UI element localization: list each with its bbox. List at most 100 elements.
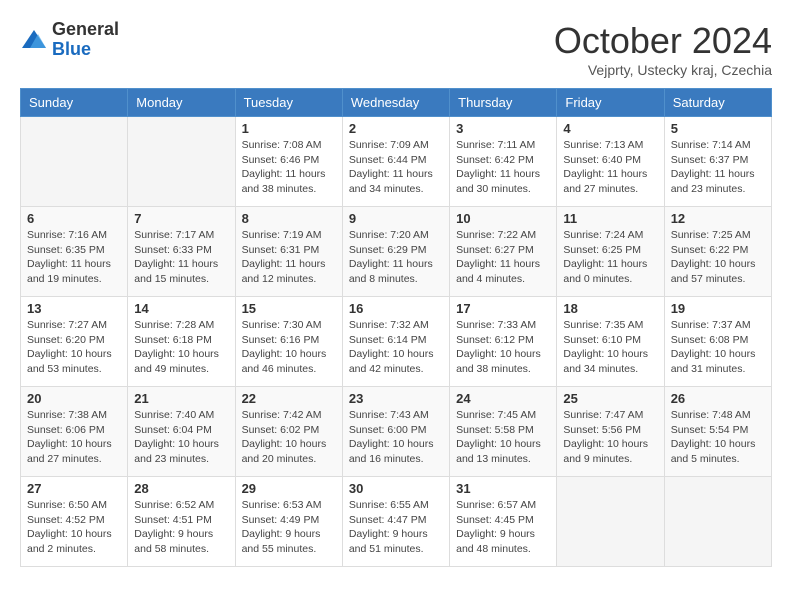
calendar-body: 1 Sunrise: 7:08 AMSunset: 6:46 PMDaylight…: [21, 117, 772, 567]
day-number: 30: [349, 481, 443, 496]
calendar-cell: 4 Sunrise: 7:13 AMSunset: 6:40 PMDaylight…: [557, 117, 664, 207]
calendar-cell: 23 Sunrise: 7:43 AMSunset: 6:00 PMDayligh…: [342, 387, 449, 477]
day-info: Sunrise: 6:57 AMSunset: 4:45 PMDaylight:…: [456, 498, 550, 557]
day-number: 6: [27, 211, 121, 226]
day-number: 29: [242, 481, 336, 496]
day-number: 28: [134, 481, 228, 496]
day-info: Sunrise: 7:16 AMSunset: 6:35 PMDaylight:…: [27, 228, 121, 287]
day-info: Sunrise: 7:37 AMSunset: 6:08 PMDaylight:…: [671, 318, 765, 377]
calendar-cell: 31 Sunrise: 6:57 AMSunset: 4:45 PMDayligh…: [450, 477, 557, 567]
day-number: 25: [563, 391, 657, 406]
logo: General Blue: [20, 20, 119, 60]
day-number: 19: [671, 301, 765, 316]
page: General Blue October 2024 Vejprty, Ustec…: [0, 0, 792, 577]
logo-blue-text: Blue: [52, 40, 119, 60]
day-number: 13: [27, 301, 121, 316]
title-area: October 2024 Vejprty, Ustecky kraj, Czec…: [554, 20, 772, 78]
weekday-header-wednesday: Wednesday: [342, 89, 449, 117]
day-number: 27: [27, 481, 121, 496]
day-info: Sunrise: 7:11 AMSunset: 6:42 PMDaylight:…: [456, 138, 550, 197]
day-info: Sunrise: 7:35 AMSunset: 6:10 PMDaylight:…: [563, 318, 657, 377]
day-number: 22: [242, 391, 336, 406]
calendar-cell: 14 Sunrise: 7:28 AMSunset: 6:18 PMDayligh…: [128, 297, 235, 387]
calendar-cell: 6 Sunrise: 7:16 AMSunset: 6:35 PMDaylight…: [21, 207, 128, 297]
day-info: Sunrise: 7:24 AMSunset: 6:25 PMDaylight:…: [563, 228, 657, 287]
calendar-cell: 8Sunrise: 7:19 AMSunset: 6:31 PMDaylight…: [235, 207, 342, 297]
calendar-cell: 22 Sunrise: 7:42 AMSunset: 6:02 PMDayligh…: [235, 387, 342, 477]
day-number: 14: [134, 301, 228, 316]
day-info: Sunrise: 7:13 AMSunset: 6:40 PMDaylight:…: [563, 138, 657, 197]
day-info: Sunrise: 7:30 AMSunset: 6:16 PMDaylight:…: [242, 318, 336, 377]
day-info: Sunrise: 6:55 AMSunset: 4:47 PMDaylight:…: [349, 498, 443, 557]
calendar-cell: 30 Sunrise: 6:55 AMSunset: 4:47 PMDayligh…: [342, 477, 449, 567]
day-info: Sunrise: 7:25 AMSunset: 6:22 PMDaylight:…: [671, 228, 765, 287]
calendar-week-row: 1 Sunrise: 7:08 AMSunset: 6:46 PMDaylight…: [21, 117, 772, 207]
calendar-cell: 7Sunrise: 7:17 AMSunset: 6:33 PMDaylight…: [128, 207, 235, 297]
day-number: 10: [456, 211, 550, 226]
day-number: 20: [27, 391, 121, 406]
day-number: 15: [242, 301, 336, 316]
day-info: Sunrise: 7:14 AMSunset: 6:37 PMDaylight:…: [671, 138, 765, 197]
day-info: Sunrise: 7:45 AMSunset: 5:58 PMDaylight:…: [456, 408, 550, 467]
day-info: Sunrise: 7:28 AMSunset: 6:18 PMDaylight:…: [134, 318, 228, 377]
calendar-cell: 5 Sunrise: 7:14 AMSunset: 6:37 PMDaylight…: [664, 117, 771, 207]
calendar-cell: 3 Sunrise: 7:11 AMSunset: 6:42 PMDaylight…: [450, 117, 557, 207]
calendar-week-row: 27 Sunrise: 6:50 AMSunset: 4:52 PMDayligh…: [21, 477, 772, 567]
day-info: Sunrise: 7:27 AMSunset: 6:20 PMDaylight:…: [27, 318, 121, 377]
weekday-header-thursday: Thursday: [450, 89, 557, 117]
day-number: 31: [456, 481, 550, 496]
day-number: 3: [456, 121, 550, 136]
day-number: 7: [134, 211, 228, 226]
day-info: Sunrise: 7:09 AMSunset: 6:44 PMDaylight:…: [349, 138, 443, 197]
calendar-week-row: 20 Sunrise: 7:38 AMSunset: 6:06 PMDayligh…: [21, 387, 772, 477]
day-number: 9: [349, 211, 443, 226]
calendar-cell: 15 Sunrise: 7:30 AMSunset: 6:16 PMDayligh…: [235, 297, 342, 387]
day-number: 26: [671, 391, 765, 406]
calendar-week-row: 6 Sunrise: 7:16 AMSunset: 6:35 PMDaylight…: [21, 207, 772, 297]
calendar-cell: 13 Sunrise: 7:27 AMSunset: 6:20 PMDayligh…: [21, 297, 128, 387]
day-number: 4: [563, 121, 657, 136]
weekday-header-tuesday: Tuesday: [235, 89, 342, 117]
calendar-week-row: 13 Sunrise: 7:27 AMSunset: 6:20 PMDayligh…: [21, 297, 772, 387]
logo-general-text: General: [52, 20, 119, 40]
day-info: Sunrise: 7:42 AMSunset: 6:02 PMDaylight:…: [242, 408, 336, 467]
logo-icon: [20, 26, 48, 54]
day-info: Sunrise: 7:19 AMSunset: 6:31 PMDaylight:…: [242, 228, 336, 287]
day-info: Sunrise: 7:08 AMSunset: 6:46 PMDaylight:…: [242, 138, 336, 197]
day-number: 23: [349, 391, 443, 406]
day-number: 1: [242, 121, 336, 136]
calendar-cell: 2Sunrise: 7:09 AMSunset: 6:44 PMDaylight…: [342, 117, 449, 207]
day-number: 12: [671, 211, 765, 226]
day-number: 16: [349, 301, 443, 316]
weekday-header-sunday: Sunday: [21, 89, 128, 117]
day-number: 17: [456, 301, 550, 316]
day-info: Sunrise: 6:52 AMSunset: 4:51 PMDaylight:…: [134, 498, 228, 557]
calendar-cell: 17 Sunrise: 7:33 AMSunset: 6:12 PMDayligh…: [450, 297, 557, 387]
day-number: 18: [563, 301, 657, 316]
day-info: Sunrise: 7:38 AMSunset: 6:06 PMDaylight:…: [27, 408, 121, 467]
day-info: Sunrise: 6:50 AMSunset: 4:52 PMDaylight:…: [27, 498, 121, 557]
calendar-cell: [557, 477, 664, 567]
day-number: 5: [671, 121, 765, 136]
day-info: Sunrise: 7:43 AMSunset: 6:00 PMDaylight:…: [349, 408, 443, 467]
calendar-cell: 19 Sunrise: 7:37 AMSunset: 6:08 PMDayligh…: [664, 297, 771, 387]
calendar-cell: [128, 117, 235, 207]
day-info: Sunrise: 7:48 AMSunset: 5:54 PMDaylight:…: [671, 408, 765, 467]
logo-text: General Blue: [52, 20, 119, 60]
calendar-cell: 9 Sunrise: 7:20 AMSunset: 6:29 PMDaylight…: [342, 207, 449, 297]
calendar-cell: 24Sunrise: 7:45 AMSunset: 5:58 PMDayligh…: [450, 387, 557, 477]
day-info: Sunrise: 7:40 AMSunset: 6:04 PMDaylight:…: [134, 408, 228, 467]
day-info: Sunrise: 7:33 AMSunset: 6:12 PMDaylight:…: [456, 318, 550, 377]
calendar-cell: 16 Sunrise: 7:32 AMSunset: 6:14 PMDayligh…: [342, 297, 449, 387]
day-info: Sunrise: 7:32 AMSunset: 6:14 PMDaylight:…: [349, 318, 443, 377]
day-number: 21: [134, 391, 228, 406]
calendar-table: SundayMondayTuesdayWednesdayThursdayFrid…: [20, 88, 772, 567]
calendar-cell: 29 Sunrise: 6:53 AMSunset: 4:49 PMDayligh…: [235, 477, 342, 567]
calendar-cell: 27 Sunrise: 6:50 AMSunset: 4:52 PMDayligh…: [21, 477, 128, 567]
calendar-cell: 26 Sunrise: 7:48 AMSunset: 5:54 PMDayligh…: [664, 387, 771, 477]
month-title: October 2024: [554, 20, 772, 62]
day-info: Sunrise: 6:53 AMSunset: 4:49 PMDaylight:…: [242, 498, 336, 557]
day-info: Sunrise: 7:20 AMSunset: 6:29 PMDaylight:…: [349, 228, 443, 287]
weekday-header-friday: Friday: [557, 89, 664, 117]
calendar-cell: 1 Sunrise: 7:08 AMSunset: 6:46 PMDaylight…: [235, 117, 342, 207]
